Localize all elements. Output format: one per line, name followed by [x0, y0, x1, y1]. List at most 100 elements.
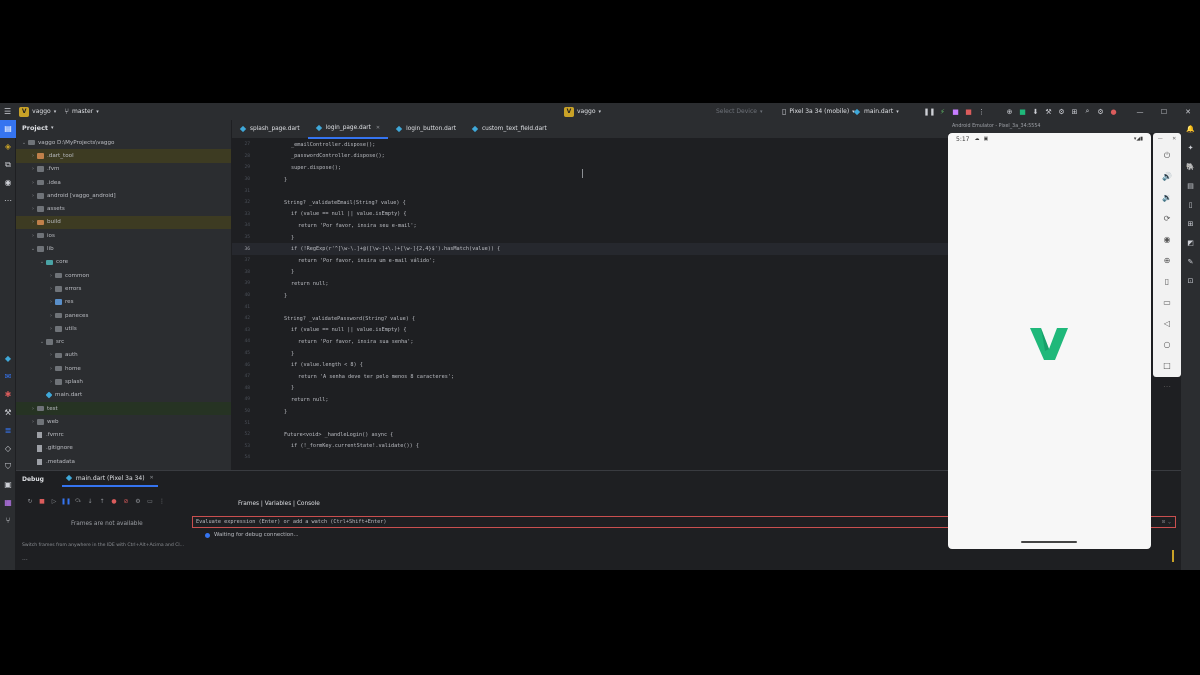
code-line[interactable]: 36 if (!RegExp(r'^[\w-\.]+@([\w-]+\.)+[\w… — [232, 243, 948, 255]
github-tool-icon[interactable]: ◉ — [0, 174, 16, 192]
device-manager-icon[interactable]: ⊕ — [1003, 108, 1016, 116]
tree-item[interactable]: › .dart_tool — [16, 149, 231, 163]
code-line[interactable]: 27 _emailController.dispose(); — [232, 139, 948, 151]
code-line[interactable]: 54 — [232, 452, 948, 461]
line-number[interactable]: 51 — [232, 421, 250, 426]
code-line[interactable]: 28 _passwordController.dispose(); — [232, 151, 948, 163]
emulator-icon[interactable]: ▯ — [1181, 196, 1200, 215]
chevron-right-icon[interactable]: › — [47, 326, 55, 332]
gradle-icon[interactable]: ⚙ — [1055, 108, 1068, 116]
close-icon[interactable]: ✕ — [1176, 108, 1200, 116]
code-line[interactable]: 53 if (!_formKey.currentState!.validate()… — [232, 441, 948, 453]
chevron-down-icon[interactable]: ⌄ — [38, 259, 46, 265]
settings-icon[interactable]: ⚙ — [132, 498, 144, 505]
rotate-icon[interactable]: ⟳ — [1153, 208, 1181, 229]
chevron-right-icon[interactable]: › — [29, 193, 37, 199]
services-tool-icon[interactable]: ◇ — [0, 440, 16, 458]
sdk-manager-icon[interactable]: ⬇ — [1029, 108, 1042, 116]
maximize-icon[interactable]: ☐ — [1152, 108, 1176, 116]
code-line[interactable]: 42 String? _validatePassword(String? valu… — [232, 313, 948, 325]
chevron-right-icon[interactable]: › — [29, 180, 37, 186]
more-icon[interactable]: ⋮ — [156, 498, 168, 505]
device-explorer-icon[interactable]: ▤ — [1181, 177, 1200, 196]
close-icon[interactable]: ✕ — [376, 125, 380, 131]
chevron-right-icon[interactable]: › — [29, 153, 37, 159]
line-number[interactable]: 50 — [232, 409, 250, 414]
line-number[interactable]: 28 — [232, 154, 250, 159]
code-line[interactable]: 48} — [232, 383, 948, 395]
code-line[interactable]: 34 return 'Por favor, insira seu e-mail'; — [232, 220, 948, 232]
line-number[interactable]: 30 — [232, 177, 250, 182]
tree-item[interactable]: › build — [16, 215, 231, 230]
tree-item[interactable]: › res — [16, 296, 231, 309]
running-device[interactable]: ▯ Pixel 3a 34 (mobile) ▾ — [778, 103, 859, 120]
inspector-icon[interactable]: ■ — [949, 108, 962, 116]
tree-item[interactable]: › paneces — [16, 309, 231, 322]
assistant-icon[interactable]: ✎ — [1181, 253, 1200, 272]
code-editor[interactable]: 27 _emailController.dispose(); 28 _password… — [232, 139, 948, 461]
commit-tool-icon[interactable]: ◈ — [0, 138, 16, 156]
volume-up-icon[interactable]: 🔊 — [1153, 166, 1181, 187]
code-line[interactable]: 41 — [232, 301, 948, 313]
restore-layout-icon[interactable]: ▭ — [144, 498, 156, 505]
center-project[interactable]: V vaggo ▾ — [560, 103, 605, 120]
project-panel-header[interactable]: Project ▾ — [16, 120, 231, 136]
code-line[interactable]: 49 return null; — [232, 394, 948, 406]
line-number[interactable]: 40 — [232, 293, 250, 298]
chevron-right-icon[interactable]: › — [29, 406, 37, 412]
git-tool-icon[interactable]: ⑂ — [0, 512, 16, 530]
line-number[interactable]: 38 — [232, 270, 250, 275]
tree-item[interactable]: ⌄ lib — [16, 242, 231, 255]
home-icon[interactable]: ○ — [1153, 334, 1181, 355]
volume-down-icon[interactable]: 🔉 — [1153, 187, 1181, 208]
chevron-right-icon[interactable]: › — [29, 219, 37, 225]
tree-item[interactable]: › ios — [16, 229, 231, 242]
code-line[interactable]: 47 return 'A senha deve ter pelo menos 8 … — [232, 371, 948, 383]
tree-item[interactable]: › utils — [16, 322, 231, 335]
inspect-icon[interactable]: ⊡ — [1181, 272, 1200, 291]
bookmarks-tool-icon[interactable]: ⛉ — [0, 458, 16, 476]
chevron-right-icon[interactable]: › — [29, 206, 37, 212]
step-out-icon[interactable]: ↑ — [96, 498, 108, 505]
close-icon[interactable]: ✕ — [150, 475, 154, 481]
line-number[interactable]: 36 — [232, 247, 250, 252]
chevron-right-icon[interactable]: › — [47, 352, 55, 358]
line-number[interactable]: 45 — [232, 351, 250, 356]
code-line[interactable]: 46 if (value.length < 8) { — [232, 359, 948, 371]
tree-item[interactable]: › .idea — [16, 176, 231, 189]
line-number[interactable]: 41 — [232, 305, 250, 310]
pause-icon[interactable]: ❚❚ — [923, 108, 936, 116]
project-selector[interactable]: V vaggo ▾ — [15, 103, 60, 120]
chevron-right-icon[interactable]: › — [47, 273, 55, 279]
close-icon[interactable]: ✕ — [1172, 136, 1176, 142]
line-number[interactable]: 49 — [232, 397, 250, 402]
power-icon[interactable]: ⏻ — [1153, 145, 1181, 166]
chevron-down-icon[interactable]: ⌄ — [38, 339, 46, 345]
code-line[interactable]: 50} — [232, 406, 948, 418]
minimize-icon[interactable]: — — [1158, 136, 1163, 142]
stop-icon[interactable]: ■ — [962, 108, 975, 116]
code-line[interactable]: 39 return null; — [232, 278, 948, 290]
chevron-right-icon[interactable]: › — [47, 299, 55, 305]
tree-item[interactable]: › common — [16, 269, 231, 282]
main-menu-button[interactable]: ☰ — [0, 103, 15, 120]
flutter-tool-icon[interactable]: ◆ — [0, 350, 16, 368]
tab-splash-page[interactable]: splash_page.dart — [232, 120, 308, 139]
emulator-screen[interactable]: 5:17 ☁ ▣ ▾◢▮ — [948, 133, 1151, 549]
line-number[interactable]: 34 — [232, 223, 250, 228]
chevron-right-icon[interactable]: › — [47, 286, 55, 292]
line-number[interactable]: 54 — [232, 455, 250, 460]
tree-item[interactable]: › home — [16, 362, 231, 375]
code-line[interactable]: 35} — [232, 232, 948, 244]
line-number[interactable]: 52 — [232, 432, 250, 437]
code-line[interactable]: 44 return 'Por favor, insira sua senha'; — [232, 336, 948, 348]
hot-reload-icon[interactable]: ⚡ — [936, 108, 949, 116]
chevron-right-icon[interactable]: › — [29, 166, 37, 172]
line-number[interactable]: 37 — [232, 258, 250, 263]
avatar-icon[interactable]: ● — [1107, 108, 1120, 116]
tab-login-page[interactable]: login_page.dart ✕ — [307, 120, 389, 139]
settings-icon[interactable]: ⚙ — [1094, 108, 1107, 116]
resume-icon[interactable]: ▷ — [48, 498, 60, 505]
tab-custom-text-field[interactable]: custom_text_field.dart — [464, 120, 555, 139]
more-icon[interactable]: ⋮ — [975, 108, 988, 116]
